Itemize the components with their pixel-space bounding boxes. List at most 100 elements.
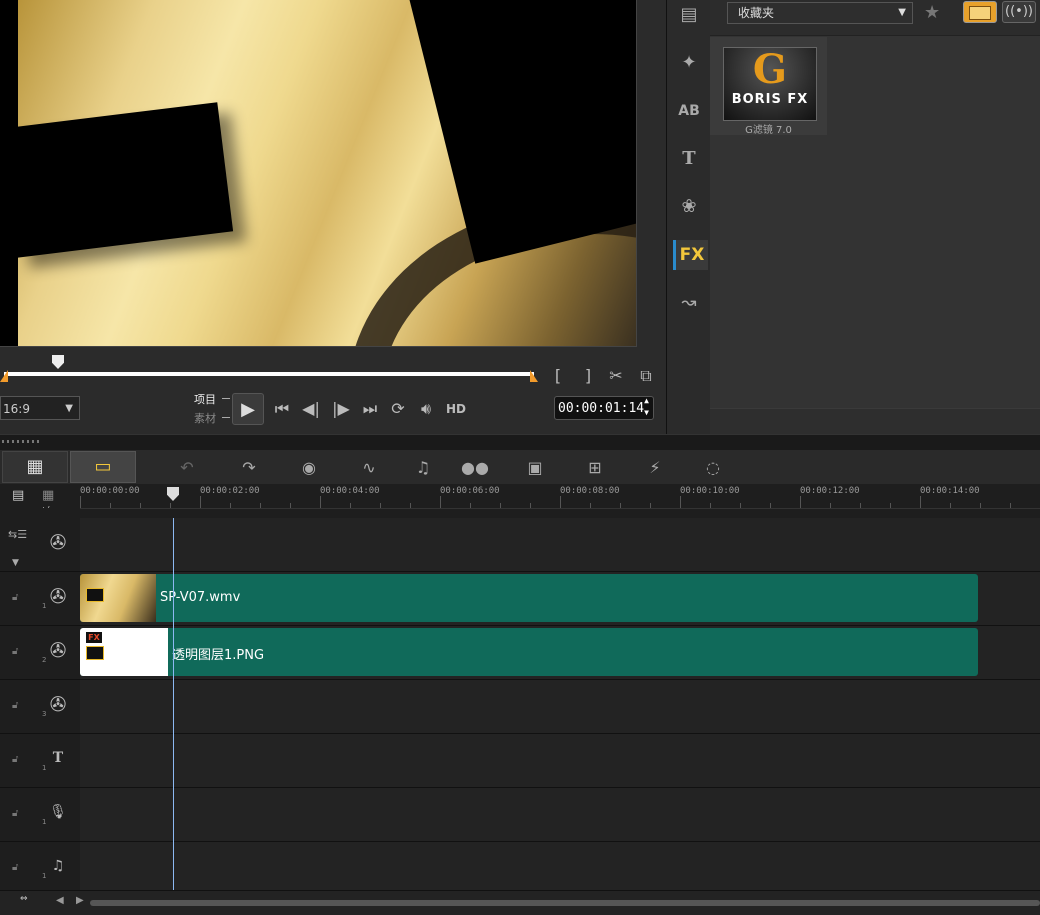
title-track-icon[interactable]: T [46, 746, 70, 770]
scroll-right-icon[interactable]: ▶ [76, 895, 84, 906]
ruler-tick [950, 503, 951, 508]
show-all-tracks-icon[interactable]: ▤ [12, 488, 36, 504]
repeat-icon[interactable]: ⟳ [388, 399, 408, 419]
auto-music-icon[interactable]: ♫ [408, 457, 438, 479]
redo-icon[interactable]: ↷ [234, 457, 264, 479]
time-remapping-icon[interactable]: ⚡ [640, 457, 670, 479]
lock-icon[interactable]: 🔓︎ [12, 646, 18, 657]
track-manager-icon[interactable]: ▦ [42, 488, 66, 504]
ruler-tick [500, 503, 501, 508]
graphic-icon[interactable]: ❀ [673, 192, 705, 222]
go-to-end-icon[interactable]: ⏭ [360, 399, 380, 419]
music-track-icon[interactable]: ♫ [46, 854, 70, 878]
ruler-tick [590, 503, 591, 508]
add-to-favorites-icon[interactable]: ★ [924, 1, 950, 25]
instant-project-icon[interactable]: ✦ [673, 48, 705, 78]
ruler-tick [770, 503, 771, 508]
previous-frame-icon[interactable]: ◀| [300, 399, 322, 419]
ruler-tick-label: 00:00:04:00 [320, 486, 380, 496]
zoom-to-fit-icon[interactable]: ⇔ [20, 894, 44, 910]
ruler-tick [260, 503, 261, 508]
timeline-horizontal-scrollbar[interactable]: ⇔ ◀ ▶ [0, 890, 1040, 915]
show-audio-filters-button[interactable]: ((•)) [1002, 1, 1036, 23]
filter-icon[interactable]: FX [673, 240, 708, 270]
title-icon[interactable]: T [673, 144, 705, 174]
ruler-tick [650, 503, 651, 508]
chevron-down-icon: ▼ [898, 7, 906, 18]
lock-icon[interactable]: 🔓︎ [12, 754, 18, 765]
hd-toggle-button[interactable]: HD [444, 399, 468, 419]
split-clip-scissors-icon[interactable]: ✂ [606, 366, 626, 386]
path-icon[interactable]: ↝ [673, 288, 705, 318]
timeline-view-icon[interactable]: ▭ [70, 451, 136, 483]
play-icon: ▶ [241, 398, 255, 420]
timecode-field[interactable]: 00:00:01:14 ▲ ▼ [554, 396, 654, 420]
scrollbar-thumb[interactable] [90, 900, 1040, 906]
timeline-track-row[interactable] [80, 734, 1040, 788]
timeline-ruler[interactable]: 00:00:00:00 00:00:02:00 00:00:04:00 00:00:0… [80, 484, 1040, 509]
panel-divider[interactable] [0, 434, 1040, 451]
timeline-toolbar: ▦ ▭ ↶ ↷ ◉ ∿ ♫ ●● ▣ ⊞ ⚡ ◌ [0, 450, 1040, 484]
timecode-stepper-icon[interactable]: ▲ ▼ [644, 395, 649, 419]
lock-icon[interactable]: 🔓︎ [12, 862, 18, 873]
enlarge-preview-icon[interactable]: ⧉ [636, 366, 656, 386]
scrub-handle[interactable] [52, 355, 64, 369]
lock-icon[interactable]: 🔓︎ [12, 592, 18, 603]
ruler-tick [800, 496, 801, 508]
ruler-tick [890, 503, 891, 508]
fx-item-logo-text: BORIS FX [731, 92, 809, 107]
ruler-tick [110, 503, 111, 508]
ruler-tick [560, 496, 561, 508]
track-header: 🔓︎ 1 ♫ [0, 842, 80, 896]
multi-camera-icon[interactable]: ⊞ [580, 457, 610, 479]
film-reel-icon[interactable]: ✇ [46, 530, 70, 554]
film-reel-icon[interactable]: ✇ [46, 584, 70, 608]
media-icon[interactable]: ▤ [673, 0, 705, 30]
timeline-track-row[interactable] [80, 842, 1040, 896]
mask-creator-icon[interactable]: ◌ [698, 457, 728, 479]
transition-icon[interactable]: AB [673, 96, 705, 126]
mark-out-button[interactable]: ] [580, 366, 596, 386]
audio-waves-icon: ((•)) [1005, 4, 1033, 19]
fx-item-boris[interactable]: G BORIS FX G滤镜 7.0 [710, 37, 827, 136]
lock-icon[interactable]: 🔓︎ [12, 700, 18, 711]
sound-mixer-icon[interactable]: ∿ [354, 457, 384, 479]
film-reel-icon[interactable]: ✇ [46, 692, 70, 716]
subtitle-editor-icon[interactable]: ▣ [520, 457, 550, 479]
timeline-track-row[interactable] [80, 680, 1040, 734]
storyboard-view-icon[interactable]: ▦ [2, 451, 68, 483]
mode-clip-label[interactable]: 素材 [194, 410, 216, 426]
preview-area: [ ] ✂ ⧉ 16:9 ▼ 项目 素材 ▶ ⏮ ◀| |▶ ⏭ ⟳ 🔊︎ HD… [0, 0, 666, 434]
timeline-track-row[interactable] [80, 518, 1040, 572]
ruler-tick [980, 503, 981, 508]
record-capture-icon[interactable]: ◉ [294, 457, 324, 479]
video-clip[interactable]: SP-V07.wmv [80, 574, 978, 622]
category-value: 收藏夹 [738, 6, 775, 20]
library-status-bar [710, 408, 1040, 435]
lock-icon[interactable]: 🔓︎ [12, 808, 18, 819]
preview-window [0, 0, 637, 347]
timeline-track-row[interactable] [80, 788, 1040, 842]
film-reel-icon[interactable]: ✇ [46, 638, 70, 662]
image-clip-icon [86, 646, 104, 660]
library-panel: 收藏夹 ▼ ★ ((•)) G BORIS FX G滤镜 7.0 [710, 0, 1040, 435]
next-frame-icon[interactable]: |▶ [330, 399, 352, 419]
scrub-bar[interactable] [4, 372, 534, 376]
category-select[interactable]: 收藏夹 ▼ [727, 2, 913, 24]
clip-name: 透明图层1.PNG [172, 648, 265, 663]
mode-project-label[interactable]: 项目 [194, 391, 216, 407]
aspect-ratio-select[interactable]: 16:9 ▼ [0, 396, 80, 420]
motion-tracking-icon[interactable]: ●● [460, 457, 490, 479]
undo-icon[interactable]: ↶ [172, 457, 202, 479]
overlay-clip[interactable]: FX 透明图层1.PNG [80, 628, 978, 676]
scroll-left-icon[interactable]: ◀ [56, 895, 64, 906]
show-video-filters-button[interactable] [963, 1, 997, 23]
voice-track-icon[interactable]: 🎙︎ [46, 800, 70, 824]
go-to-start-icon[interactable]: ⏮ [272, 399, 292, 419]
clip-thumbnail [80, 574, 156, 622]
volume-icon[interactable]: 🔊︎ [414, 399, 438, 419]
mark-in-button[interactable]: [ [550, 366, 566, 386]
track-header: 🔓︎ 1 ✇ [0, 572, 80, 626]
ruler-tick [740, 503, 741, 508]
play-button[interactable]: ▶ [232, 393, 264, 425]
